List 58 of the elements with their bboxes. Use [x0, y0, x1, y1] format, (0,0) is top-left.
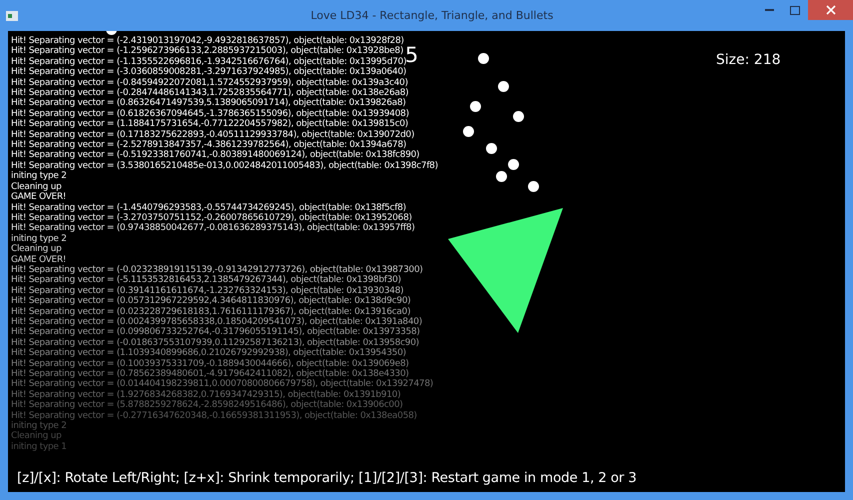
log-line: Hit! Separating vector = (0.39141161611674,-1.232763324153), object(table: 0x13930348)	[11, 286, 404, 296]
log-line: Hit! Separating vector = (0.97438850042677,-0.081636289375143), object(table: 0x13957ff8)	[11, 223, 415, 234]
log-line: Hit! Separating vector = (0.023228729618183,1.7616111179367), object(table: 0x13916ca0)	[11, 306, 410, 317]
bullet	[478, 53, 489, 64]
log-line: Hit! Separating vector = (-5.1153532816453,2.1385479267344), object(table: 0x1398bf30)	[11, 275, 401, 286]
bullet	[508, 159, 519, 170]
log-line: Hit! Separating vector = (1.1884175731654,-0.77122204557982), object(table: 0x139815c0)	[11, 119, 408, 130]
log-line: Hit! Separating vector = (-3.0360859008281,-3.2971637924985), object(table: 0x139a0640)	[11, 67, 406, 78]
controls-help: [z]/[x]: Rotate Left/Right; [z+x]: Shrink temporarily; [1]/[2]/[3]: Restart game in mode 1, 2 or 3	[16, 470, 638, 488]
log-line: Hit! Separating vector = (5.8788259278624,-2.8598249516486), object(table: 0x13906c00)	[11, 400, 403, 411]
size-label: Size: 218	[716, 52, 781, 68]
log-line: initing type 1	[11, 442, 67, 452]
log-line: initing type 2	[11, 421, 67, 432]
log-line: Hit! Separating vector = (0.0024399785658338,0.18504209541073), object(table: 0x1391a840)	[11, 316, 422, 327]
log-line: Hit! Separating vector = (-3.2703750751152,-0.26007865610729), object(table: 0x13952068)	[11, 212, 412, 223]
log-line: Hit! Separating vector = (-0.28474486141343,1.7252835564771), object(table: 0x138e26a8)	[11, 88, 409, 98]
bullet	[528, 181, 539, 192]
bullet	[496, 171, 507, 182]
log-line: Cleaning up	[11, 431, 62, 442]
log-line: Hit! Separating vector = (3.5380165210485e-013,0.0024842011005483), object(table: 0x1398c7f8)	[11, 160, 438, 171]
log-line: Hit! Separating vector = (-1.2596273966133,2.2885937215003), object(table: 0x13928be8)	[11, 46, 404, 57]
log-line: Hit! Separating vector = (-1.4540796293583,-0.55744734269245), object(table: 0x138f5cf8)	[11, 202, 406, 213]
bullet	[513, 111, 524, 122]
minimize-icon	[764, 9, 774, 11]
log-line: Hit! Separating vector = (0.014404198239811,0.00070800806679758), object(table: 0x13927478)	[11, 379, 434, 390]
maximize-icon	[790, 6, 800, 14]
log-line: Hit! Separating vector = (0.78562389480601,-4.9179642411082), object(table: 0x138e4330)	[11, 369, 409, 379]
log-line: Hit! Separating vector = (-2.4319013197042,-9.4932818637857), object(table: 0x13928f28)	[11, 36, 404, 46]
log-line: GAME OVER!	[11, 254, 66, 265]
log-line: Hit! Separating vector = (-0.023238919115139,-0.91342912773726), object(table: 0x13987300)	[11, 264, 423, 275]
log-line: Hit! Separating vector = (1.9276834268382,0.7169347429315), object(table: 0x1391b910)	[11, 390, 401, 400]
log-line: Hit! Separating vector = (0.099806733252764,-0.31796055191145), object(table: 0x13973358)	[11, 327, 420, 338]
bullet	[470, 101, 481, 112]
log-line: GAME OVER!	[11, 192, 66, 202]
log-line: Cleaning up	[11, 244, 62, 255]
log-line: initing type 2	[11, 171, 67, 182]
log-line: Hit! Separating vector = (-2.5278913847357,-4.3861239782564), object(table: 0x1394a678)	[11, 140, 406, 150]
log-line: Hit! Separating vector = (-0.27716347620348,-0.16659381311953), object(table: 0x138ea058)	[11, 410, 417, 421]
log-line: Hit! Separating vector = (0.61826367094645,-1.3786365155096), object(table: 0x13939408)	[11, 108, 409, 119]
app-icon	[6, 10, 18, 20]
bullet	[498, 81, 509, 92]
bullet	[463, 126, 474, 137]
log-line: Hit! Separating vector = (-1.1355522696816,-1.9342516676764), object(table: 0x13995d70)	[11, 56, 406, 67]
log-line: Cleaning up	[11, 182, 62, 192]
log-line: Hit! Separating vector = (-0.84594922072081,1.5724552937959), object(table: 0x139a3c40)	[11, 78, 408, 88]
log-line: Hit! Separating vector = (-0.018637553107939,0.11292587136213), object(table: 0x13958c90)	[11, 338, 419, 348]
window-title: Love LD34 - Rectangle, Triangle, and Bullets	[310, 9, 554, 22]
log-line: Hit! Separating vector = (-0.51923381760741,-0.803891480069124), object(table: 0x138fc890)	[11, 150, 420, 161]
log-line: Hit! Separating vector = (0.057312967229592,4.3464811830976), object(table: 0x138d9c90)	[11, 296, 411, 307]
log-line: Hit! Separating vector = (0.10039375331709,-0.1889430044666), object(table: 0x139069e8)	[11, 358, 409, 369]
log-line: initing type 2	[11, 234, 67, 244]
log-line: Hit! Separating vector = (0.17183275622893,-0.40511129933784), object(table: 0x139072d0)	[11, 130, 414, 140]
close-button[interactable]	[808, 0, 853, 20]
log-line: Hit! Separating vector = (1.1039340899686,0.21026792992938), object(table: 0x13954350)	[11, 348, 406, 359]
score-counter: 5	[405, 43, 418, 67]
close-icon	[826, 5, 836, 15]
log-line: Hit! Separating vector = (0.86326471497539,5.1389065091714), object(table: 0x139826a8)	[11, 98, 406, 109]
bullet	[486, 143, 497, 154]
